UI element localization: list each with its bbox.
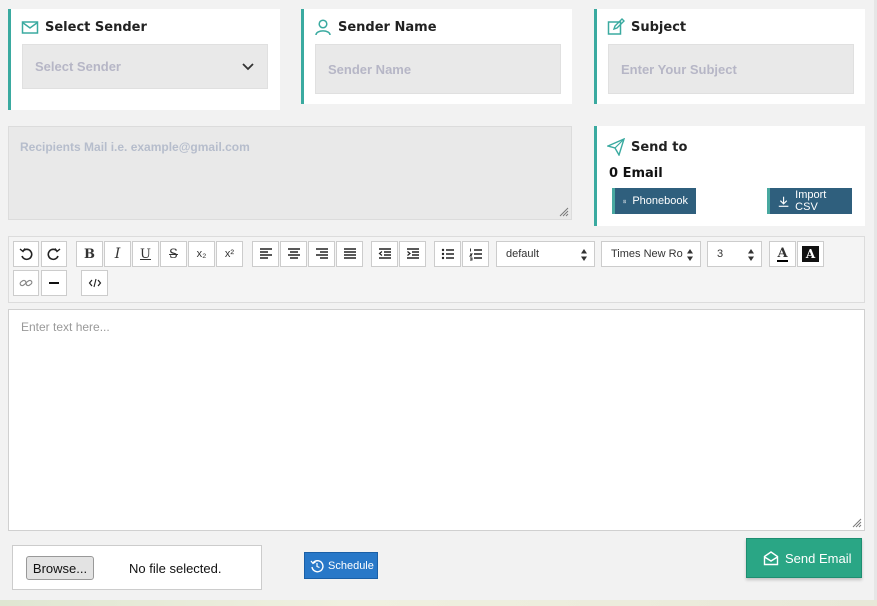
select-sender-card: Select Sender Select Sender	[8, 9, 280, 110]
font-family-select[interactable]: Times New Ro	[601, 241, 701, 267]
file-status: No file selected.	[129, 561, 222, 576]
sender-name-placeholder: Sender Name	[328, 61, 412, 77]
recipients-textarea[interactable]: Recipients Mail i.e. example@gmail.com	[8, 126, 572, 220]
message-editor[interactable]: Enter text here...	[8, 309, 865, 531]
download-icon	[778, 196, 789, 207]
send-email-label: Send Email	[785, 550, 852, 566]
code-view-button[interactable]	[81, 270, 108, 296]
history-icon	[310, 559, 324, 572]
align-right-button[interactable]	[308, 241, 335, 267]
outdent-button[interactable]	[371, 241, 398, 267]
justify-button[interactable]	[336, 241, 363, 267]
sender-name-card: Sender Name Sender Name	[301, 9, 572, 104]
select-sender-title: Select Sender	[45, 19, 147, 35]
recipients-placeholder: Recipients Mail i.e. example@gmail.com	[20, 140, 250, 154]
font-color-label: A	[777, 245, 788, 262]
subject-title: Subject	[631, 19, 687, 35]
font-color-button[interactable]: A	[769, 241, 796, 267]
edit-icon	[607, 18, 625, 35]
link-button[interactable]	[13, 270, 39, 296]
align-left-button[interactable]	[252, 241, 279, 267]
import-csv-button[interactable]: Import CSV	[767, 188, 852, 214]
bold-label: B	[84, 246, 95, 262]
align-center-button[interactable]	[280, 241, 307, 267]
subject-card: Subject Enter Your Subject	[594, 9, 865, 104]
phonebook-label: Phonebook	[632, 195, 688, 207]
bullet-list-button[interactable]	[434, 241, 461, 267]
underline-button[interactable]: U	[132, 241, 159, 267]
editor-toolbar: B I U S x₂ x² default Times New Ro 3 A A	[8, 236, 865, 303]
redo-button[interactable]	[41, 241, 67, 267]
undo-button[interactable]	[13, 241, 39, 267]
align-center-icon	[287, 248, 300, 259]
numbered-list-icon	[468, 248, 482, 261]
send-to-title: Send to	[631, 139, 688, 155]
italic-label: I	[114, 246, 121, 262]
format-select[interactable]: default	[496, 241, 595, 267]
subscript-label: x₂	[196, 248, 207, 260]
format-select-value: default	[506, 248, 540, 260]
resize-handle-icon[interactable]	[850, 516, 862, 528]
link-icon	[19, 279, 33, 287]
resize-handle-icon[interactable]	[557, 205, 569, 217]
sender-select[interactable]: Select Sender	[22, 44, 268, 89]
italic-button[interactable]: I	[104, 241, 131, 267]
numbered-list-button[interactable]	[462, 241, 489, 267]
indent-icon	[406, 248, 419, 259]
align-right-icon	[315, 248, 328, 259]
underline-label: U	[140, 246, 151, 262]
horizontal-rule-icon	[49, 282, 59, 284]
indent-button[interactable]	[399, 241, 426, 267]
email-count: 0 Email	[609, 166, 663, 181]
background-color-label: A	[801, 246, 820, 262]
browse-button[interactable]: Browse...	[26, 556, 94, 580]
select-arrows-icon	[581, 249, 587, 261]
background-color-button[interactable]: A	[797, 241, 824, 267]
bullet-list-icon	[441, 248, 454, 260]
select-arrows-icon	[748, 249, 754, 261]
chevron-down-icon	[242, 62, 254, 70]
justify-icon	[343, 248, 356, 259]
schedule-label: Schedule	[328, 559, 374, 572]
undo-icon	[19, 248, 33, 261]
align-left-icon	[259, 248, 272, 259]
envelope-open-icon	[763, 551, 779, 566]
send-to-card: Send to 0 Email Phonebook Import CSV	[594, 126, 865, 226]
compose-page: Select Sender Select Sender Sender Name …	[0, 0, 877, 606]
strikethrough-label: S	[169, 246, 178, 262]
font-size-select[interactable]: 3	[707, 241, 762, 267]
envelope-icon	[21, 21, 39, 34]
sender-name-input[interactable]: Sender Name	[315, 44, 561, 94]
superscript-button[interactable]: x²	[216, 241, 243, 267]
strikethrough-button[interactable]: S	[160, 241, 187, 267]
user-icon	[315, 19, 331, 36]
superscript-label: x²	[224, 248, 235, 260]
font-family-select-value: Times New Ro	[611, 248, 683, 260]
background-strip	[0, 600, 877, 606]
redo-icon	[47, 248, 61, 261]
bold-button[interactable]: B	[76, 241, 103, 267]
file-input: Browse... No file selected.	[12, 545, 262, 590]
editor-placeholder: Enter text here...	[21, 320, 110, 334]
paper-plane-icon	[607, 138, 625, 156]
import-csv-label: Import CSV	[795, 189, 827, 213]
subject-input[interactable]: Enter Your Subject	[608, 44, 854, 94]
font-size-select-value: 3	[717, 248, 724, 260]
outdent-icon	[378, 248, 391, 259]
subscript-button[interactable]: x₂	[188, 241, 215, 267]
schedule-button[interactable]: Schedule	[304, 552, 378, 579]
horizontal-rule-button[interactable]	[41, 270, 67, 296]
select-arrows-icon	[687, 249, 693, 261]
phonebook-button[interactable]: Phonebook	[612, 188, 696, 214]
send-email-button[interactable]: Send Email	[746, 538, 862, 578]
sender-name-title: Sender Name	[338, 19, 437, 35]
sender-select-value: Select Sender	[35, 59, 121, 74]
code-icon	[88, 278, 101, 288]
address-book-icon	[623, 199, 627, 203]
subject-placeholder: Enter Your Subject	[621, 61, 737, 77]
